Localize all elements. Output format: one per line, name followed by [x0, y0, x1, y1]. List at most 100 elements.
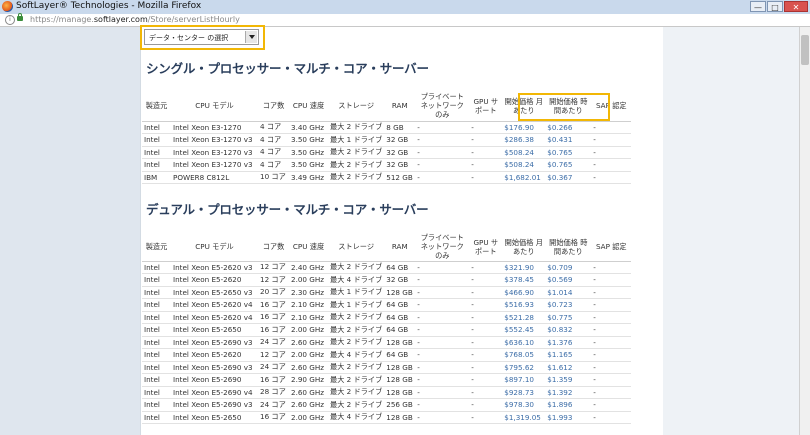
cell-private-network: - [415, 121, 470, 134]
column-header-cpu-speed: CPU 速度 [289, 91, 328, 122]
cell-ram: 32 GB [384, 133, 416, 147]
cell-price-hourly[interactable]: $1.612 [545, 361, 592, 374]
cell-cores: 10 コア [258, 171, 289, 184]
cell-gpu-support: - [469, 121, 503, 134]
cell-price-monthly[interactable]: $176.90 [502, 121, 546, 134]
cell-gpu-support: - [469, 373, 503, 387]
cell-private-network: - [415, 336, 470, 349]
cell-price-hourly[interactable]: $1.376 [545, 336, 592, 349]
cell-ram: 512 GB [384, 171, 416, 184]
cell-manufacturer: Intel [142, 158, 171, 172]
cell-ram: 128 GB [384, 336, 416, 349]
cell-price-monthly[interactable]: $897.10 [502, 373, 546, 387]
cell-price-monthly[interactable]: $521.28 [502, 311, 546, 324]
cell-storage: 最大 2 ドライブ [328, 171, 385, 184]
cell-private-network: - [415, 286, 470, 299]
column-header-gpu-support: GPU サポート [469, 233, 503, 262]
cell-price-monthly[interactable]: $978.30 [502, 398, 546, 412]
cell-price-monthly[interactable]: $516.93 [502, 298, 546, 312]
window-titlebar: SoftLayer® Technologies - Mozilla Firefo… [0, 0, 810, 15]
cell-cpu-speed: 2.60 GHz [289, 386, 328, 399]
cell-manufacturer: Intel [142, 311, 171, 324]
cell-price-hourly[interactable]: $1.392 [545, 386, 592, 399]
cell-price-monthly[interactable]: $466.90 [502, 286, 546, 299]
cell-price-hourly[interactable]: $1.993 [545, 411, 592, 424]
cell-price-hourly[interactable]: $0.431 [545, 133, 592, 147]
info-icon[interactable]: i [5, 15, 15, 25]
cell-price-monthly[interactable]: $636.10 [502, 336, 546, 349]
column-header-cpu-speed: CPU 速度 [289, 233, 328, 262]
cell-price-hourly[interactable]: $0.709 [545, 261, 592, 274]
cell-cpu-speed: 2.00 GHz [289, 411, 328, 424]
cell-price-monthly[interactable]: $508.24 [502, 146, 546, 159]
vertical-scrollbar[interactable] [799, 27, 810, 435]
cell-cores: 4 コア [258, 133, 289, 147]
cell-price-monthly[interactable]: $928.73 [502, 386, 546, 399]
cell-cpu-speed: 2.40 GHz [289, 261, 328, 274]
cell-price-hourly[interactable]: $0.765 [545, 146, 592, 159]
cell-ram: 64 GB [384, 298, 416, 312]
cell-cpu-speed: 3.50 GHz [289, 146, 328, 159]
cell-price-monthly[interactable]: $552.45 [502, 323, 546, 337]
cell-price-hourly[interactable]: $0.832 [545, 323, 592, 337]
cell-price-monthly[interactable]: $795.62 [502, 361, 546, 374]
cell-gpu-support: - [469, 386, 503, 399]
cell-private-network: - [415, 311, 470, 324]
price-columns-highlight [518, 93, 610, 121]
cell-cores: 20 コア [258, 286, 289, 299]
cell-sap-certified: - [591, 311, 632, 324]
maximize-button[interactable]: □ [767, 1, 783, 12]
cell-price-monthly[interactable]: $1,682.01 [502, 171, 546, 184]
cell-cores: 4 コア [258, 121, 289, 134]
table-row: Intel Intel Xeon E5-2620 12 コア 2.00 GHz 最大 4… [142, 348, 632, 362]
cell-price-monthly[interactable]: $1,319.05 [502, 411, 546, 424]
table-row: Intel Intel Xeon E5-2690 16 コア 2.90 GHz 最大 2… [142, 373, 632, 387]
cell-cpu-speed: 2.00 GHz [289, 273, 328, 287]
cell-price-hourly[interactable]: $1.359 [545, 373, 592, 387]
cell-price-hourly[interactable]: $1.896 [545, 398, 592, 412]
cell-price-hourly[interactable]: $0.723 [545, 298, 592, 312]
minimize-button[interactable]: — [750, 1, 766, 12]
address-bar[interactable]: i https://manage.softlayer.com/Store/ser… [0, 13, 810, 27]
firefox-icon [2, 1, 13, 12]
cell-gpu-support: - [469, 323, 503, 337]
column-header-storage: ストレージ [328, 233, 385, 262]
cell-price-hourly[interactable]: $0.569 [545, 273, 592, 287]
cell-sap-certified: - [591, 348, 632, 362]
cell-manufacturer: Intel [142, 298, 171, 312]
cell-price-monthly[interactable]: $321.90 [502, 261, 546, 274]
cell-storage: 最大 2 ドライブ [328, 373, 385, 387]
url-text[interactable]: https://manage.softlayer.com/Store/serve… [30, 15, 240, 24]
datacenter-select-highlight [140, 25, 265, 50]
cell-cores: 4 コア [258, 158, 289, 172]
cell-price-monthly[interactable]: $768.05 [502, 348, 546, 362]
cell-price-monthly[interactable]: $286.38 [502, 133, 546, 147]
section-title-dual: デュアル・プロセッサー・マルチ・コア・サーバー [146, 202, 429, 217]
cell-price-hourly[interactable]: $0.367 [545, 171, 592, 184]
cell-manufacturer: Intel [142, 261, 171, 274]
cell-manufacturer: Intel [142, 323, 171, 337]
lock-icon[interactable] [17, 13, 23, 21]
cell-price-hourly[interactable]: $1.165 [545, 348, 592, 362]
cell-manufacturer: Intel [142, 273, 171, 287]
close-button[interactable]: ✕ [784, 1, 808, 12]
cell-cpu-speed: 2.00 GHz [289, 323, 328, 337]
cell-ram: 256 GB [384, 398, 416, 412]
cell-sap-certified: - [591, 261, 632, 274]
cell-price-hourly[interactable]: $0.765 [545, 158, 592, 172]
cell-cpu-model: Intel Xeon E5-2620 v4 [171, 311, 258, 324]
cell-cpu-speed: 2.00 GHz [289, 348, 328, 362]
cell-price-hourly[interactable]: $1.014 [545, 286, 592, 299]
column-header-cpu-model: CPU モデル [171, 233, 258, 262]
cell-price-hourly[interactable]: $0.775 [545, 311, 592, 324]
cell-price-hourly[interactable]: $0.266 [545, 121, 592, 134]
cell-cpu-speed: 2.10 GHz [289, 298, 328, 312]
cell-price-monthly[interactable]: $378.45 [502, 273, 546, 287]
cell-sap-certified: - [591, 323, 632, 337]
cell-gpu-support: - [469, 273, 503, 287]
cell-price-monthly[interactable]: $508.24 [502, 158, 546, 172]
cell-gpu-support: - [469, 171, 503, 184]
scrollbar-thumb[interactable] [801, 35, 809, 65]
cell-ram: 8 GB [384, 121, 416, 134]
cell-sap-certified: - [591, 133, 632, 147]
